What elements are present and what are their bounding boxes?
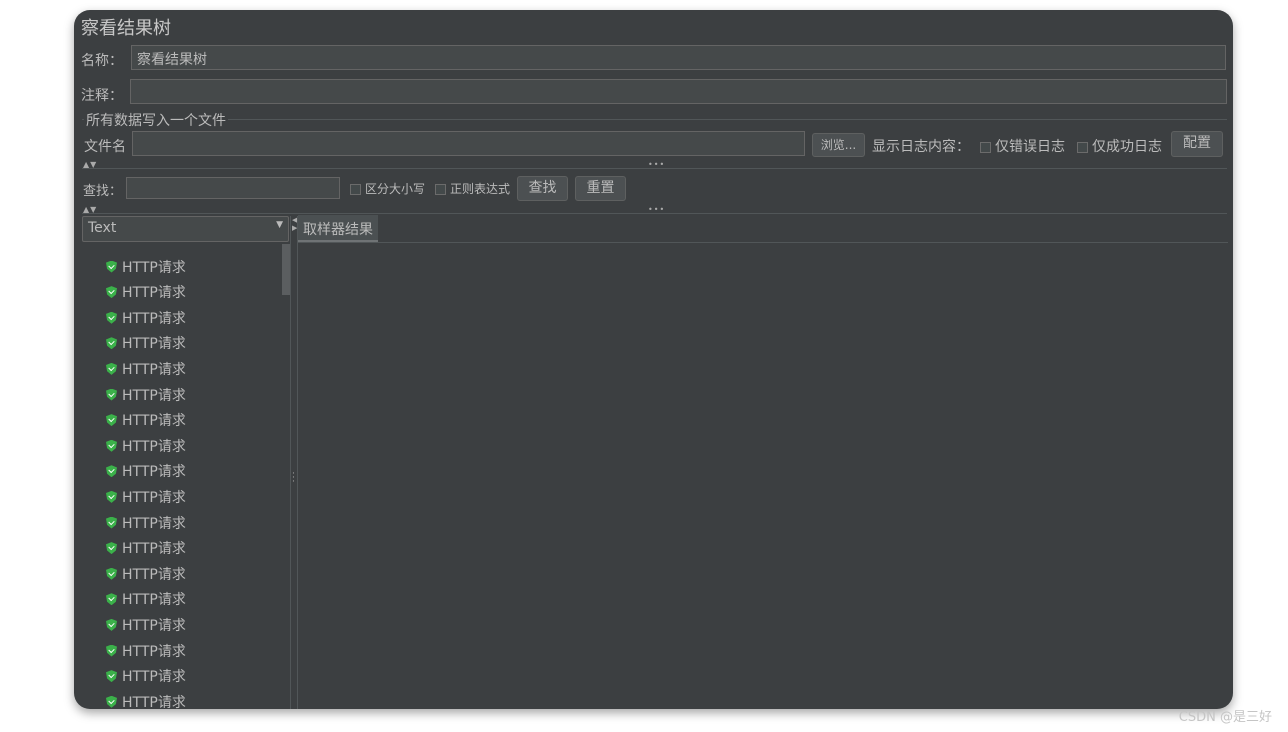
- configure-button[interactable]: 配置: [1171, 131, 1223, 157]
- regex-checkbox[interactable]: 正则表达式: [435, 180, 510, 197]
- tree-item[interactable]: HTTP请求: [106, 433, 186, 458]
- success-shield-icon: [106, 362, 117, 375]
- divider: [298, 242, 1228, 243]
- success-shield-icon: [106, 644, 117, 657]
- success-only-checkbox[interactable]: 仅成功日志: [1077, 136, 1162, 156]
- tree-item-label: HTTP请求: [122, 566, 186, 583]
- tree-scrollbar[interactable]: [282, 244, 290, 295]
- tree-item-label: HTTP请求: [122, 387, 186, 404]
- chevron-down-icon: ▼: [276, 220, 283, 230]
- success-shield-icon: [106, 542, 117, 555]
- tree-item-label: HTTP请求: [122, 592, 186, 609]
- tree-item[interactable]: HTTP请求: [106, 664, 186, 689]
- success-shield-icon: [106, 439, 117, 452]
- success-shield-icon: [106, 286, 117, 299]
- tree-item[interactable]: HTTP请求: [106, 382, 186, 407]
- divider: [82, 168, 1227, 169]
- log-label: 显示日志内容：: [872, 139, 970, 155]
- tree-item-label: HTTP请求: [122, 310, 186, 327]
- success-shield-icon: [106, 593, 117, 606]
- tree-item-label: HTTP请求: [122, 541, 186, 558]
- renderer-value: Text: [88, 220, 117, 236]
- success-shield-icon: [106, 567, 117, 580]
- divider: [290, 216, 291, 709]
- case-sensitive-label: 区分大小写: [365, 182, 426, 196]
- success-shield-icon: [106, 695, 117, 708]
- search-label: 查找：: [83, 184, 123, 199]
- renderer-select[interactable]: Text ▼: [82, 216, 289, 242]
- page-title: 察看结果树: [81, 18, 171, 39]
- tree-item[interactable]: HTTP请求: [106, 408, 186, 433]
- tree-item-label: HTTP请求: [122, 669, 186, 686]
- tree-item[interactable]: HTTP请求: [106, 254, 186, 279]
- tab-sampler-result[interactable]: 取样器结果: [298, 215, 378, 242]
- tree-item-label: HTTP请求: [122, 617, 186, 634]
- tree-item[interactable]: HTTP请求: [106, 561, 186, 586]
- success-shield-icon: [106, 260, 117, 273]
- success-shield-icon: [106, 670, 117, 683]
- errors-only-label: 仅错误日志: [995, 139, 1065, 155]
- success-shield-icon: [106, 618, 117, 631]
- divider: [297, 216, 298, 709]
- success-only-label: 仅成功日志: [1092, 139, 1162, 155]
- tree-item[interactable]: HTTP请求: [106, 305, 186, 330]
- file-label: 文件名: [84, 139, 126, 155]
- success-shield-icon: [106, 414, 117, 427]
- tree-item[interactable]: HTTP请求: [106, 612, 186, 637]
- tree-item-label: HTTP请求: [122, 361, 186, 378]
- tree-item[interactable]: HTTP请求: [106, 510, 186, 535]
- tree-item-label: HTTP请求: [122, 413, 186, 430]
- tree-item[interactable]: HTTP请求: [106, 484, 186, 509]
- splitter-grip-icon[interactable]: · · ·: [292, 470, 295, 487]
- view-results-tree-window: 察看结果树 名称： 察看结果树 注释： 所有数据写入一个文件 文件名 浏览...…: [74, 10, 1233, 709]
- group-border: [82, 119, 1227, 120]
- tree-item[interactable]: HTTP请求: [106, 689, 186, 709]
- success-shield-icon: [106, 337, 117, 350]
- tree-item[interactable]: HTTP请求: [106, 331, 186, 356]
- success-shield-icon: [106, 490, 117, 503]
- name-input[interactable]: 察看结果树: [131, 45, 1226, 70]
- regex-label: 正则表达式: [450, 182, 511, 196]
- tree-item-label: HTTP请求: [122, 515, 186, 532]
- divider: [82, 213, 1227, 214]
- tree-item-label: HTTP请求: [122, 259, 186, 276]
- tree-item-label: HTTP请求: [122, 438, 186, 455]
- tree-item-label: HTTP请求: [122, 285, 186, 302]
- results-tree: HTTP请求 HTTP请求 HTTP请求 HTTP请求 HTTP请求 HTTP请求 HTTP…: [82, 243, 291, 709]
- watermark: CSDN @是三好: [1178, 710, 1272, 725]
- tree-item-label: HTTP请求: [122, 489, 186, 506]
- success-shield-icon: [106, 465, 117, 478]
- success-shield-icon: [106, 516, 117, 529]
- tree-item[interactable]: HTTP请求: [106, 638, 186, 663]
- case-sensitive-checkbox[interactable]: 区分大小写: [350, 180, 425, 197]
- success-shield-icon: [106, 388, 117, 401]
- tree-item[interactable]: HTTP请求: [106, 536, 186, 561]
- checkbox[interactable]: [980, 141, 991, 153]
- tree-item[interactable]: HTTP请求: [106, 280, 186, 305]
- tree-item[interactable]: HTTP请求: [106, 356, 186, 381]
- name-label: 名称：: [81, 53, 123, 69]
- tree-item[interactable]: HTTP请求: [106, 459, 186, 484]
- search-input[interactable]: [126, 177, 340, 199]
- file-group-title: 所有数据写入一个文件: [84, 110, 228, 130]
- comment-label: 注释：: [81, 88, 123, 104]
- checkbox[interactable]: [1077, 141, 1088, 153]
- tree-item-label: HTTP请求: [122, 643, 186, 660]
- browse-button[interactable]: 浏览...: [812, 133, 865, 157]
- tree-item-label: HTTP请求: [122, 694, 186, 709]
- errors-only-checkbox[interactable]: 仅错误日志: [980, 136, 1065, 156]
- checkbox[interactable]: [350, 184, 361, 195]
- reset-button[interactable]: 重置: [575, 176, 626, 201]
- tree-item[interactable]: HTTP请求: [106, 587, 186, 612]
- success-shield-icon: [106, 311, 117, 324]
- find-button[interactable]: 查找: [517, 176, 568, 201]
- comment-input[interactable]: [130, 79, 1227, 104]
- file-input[interactable]: [132, 131, 805, 156]
- tree-item-label: HTTP请求: [122, 464, 186, 481]
- tree-item-label: HTTP请求: [122, 336, 186, 353]
- checkbox[interactable]: [435, 184, 446, 195]
